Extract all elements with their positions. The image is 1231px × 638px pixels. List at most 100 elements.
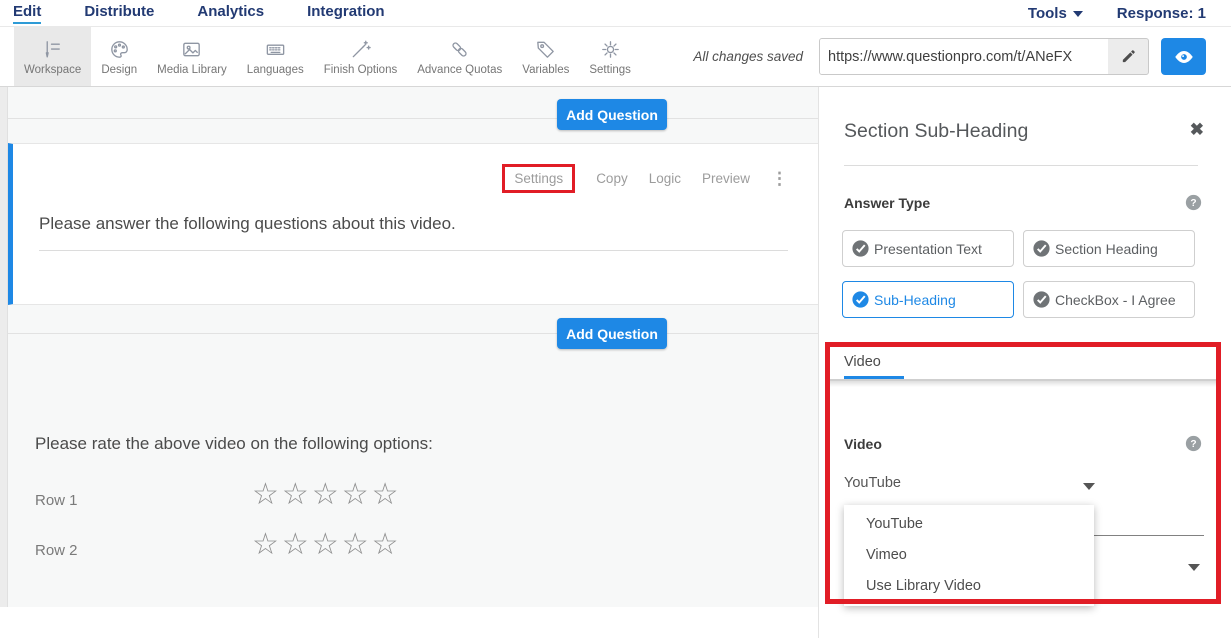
star-icon[interactable]: ☆ — [372, 480, 399, 510]
toolbar-item-settings[interactable]: Settings — [579, 27, 641, 86]
video-source-dropdown: YouTube Vimeo Use Library Video — [844, 505, 1094, 606]
toolbar-item-variables[interactable]: Variables — [512, 27, 579, 86]
question-block-selected[interactable]: Settings Copy Logic Preview ⋮ Please ans… — [8, 143, 818, 305]
survey-url-input[interactable] — [820, 39, 1108, 74]
finish-options-wand-icon — [349, 38, 372, 61]
variables-tag-icon — [534, 38, 557, 61]
toolbar-item-label: Workspace — [24, 64, 81, 76]
eye-icon — [1173, 46, 1195, 68]
star-icon[interactable]: ☆ — [342, 530, 369, 560]
nav-tab-integration[interactable]: Integration — [307, 3, 385, 24]
answer-type-option-label: Sub-Heading — [874, 292, 956, 308]
top-nav: Edit Distribute Analytics Integration To… — [0, 0, 1231, 27]
toolbar-item-label: Media Library — [157, 64, 227, 76]
check-circle-icon — [852, 291, 869, 308]
nav-tab-analytics[interactable]: Analytics — [197, 3, 264, 24]
questionpro-survey-editor: Edit Distribute Analytics Integration To… — [0, 0, 1231, 638]
question-logic-button[interactable]: Logic — [649, 171, 681, 186]
star-icon[interactable]: ☆ — [252, 530, 279, 560]
tab-video[interactable]: Video — [844, 354, 881, 370]
tabbar-shadow — [830, 381, 1218, 387]
nav-tab-distribute[interactable]: Distribute — [84, 3, 154, 24]
toolbar-item-label: Design — [101, 64, 137, 76]
add-question-button-middle[interactable]: Add Question — [557, 318, 667, 349]
question1-text[interactable]: Please answer the following questions ab… — [39, 214, 456, 234]
top-nav-left: Edit Distribute Analytics Integration — [0, 3, 385, 24]
add-question-button-top[interactable]: Add Question — [557, 99, 667, 130]
tools-label: Tools — [1028, 5, 1067, 22]
answer-type-option-label: Section Heading — [1055, 241, 1158, 257]
nav-tab-edit[interactable]: Edit — [13, 3, 41, 24]
star-icon[interactable]: ☆ — [342, 480, 369, 510]
star-icon[interactable]: ☆ — [282, 530, 309, 560]
toolbar-item-design[interactable]: Design — [91, 27, 147, 86]
help-icon[interactable]: ? — [1185, 194, 1202, 211]
media-library-icon — [180, 38, 203, 61]
svg-text:?: ? — [1190, 439, 1196, 450]
toolbar-item-workspace[interactable]: Workspace — [14, 27, 91, 86]
toolbar-item-label: Variables — [522, 64, 569, 76]
question-settings-button[interactable]: Settings — [502, 164, 575, 193]
question1-underline — [39, 250, 788, 251]
survey-canvas: Add Question Settings Copy Logic Preview… — [0, 87, 818, 638]
chevron-down-icon — [1073, 11, 1083, 17]
canvas-left-gutter — [0, 87, 8, 607]
edit-url-button[interactable] — [1108, 39, 1148, 74]
toolbar-item-label: Languages — [247, 64, 304, 76]
check-circle-icon — [1033, 291, 1050, 308]
answer-type-label: Answer Type — [844, 195, 930, 211]
toolbar-item-advance-quotas[interactable]: Advance Quotas — [407, 27, 512, 86]
languages-keyboard-icon — [264, 38, 287, 61]
toolbar-item-languages[interactable]: Languages — [237, 27, 314, 86]
toolbar-item-label: Advance Quotas — [417, 64, 502, 76]
advance-quotas-link-icon — [448, 38, 471, 61]
star-icon[interactable]: ☆ — [252, 480, 279, 510]
help-icon[interactable]: ? — [1185, 435, 1202, 452]
dropdown-option-use-library-video[interactable]: Use Library Video — [844, 571, 1094, 602]
rating-row1-label: Row 1 — [35, 492, 78, 509]
toolbar-spacer — [641, 27, 694, 86]
question-copy-button[interactable]: Copy — [596, 171, 628, 186]
answer-type-checkbox-i-agree[interactable]: CheckBox - I Agree — [1023, 281, 1195, 318]
tools-menu[interactable]: Tools — [1028, 5, 1083, 22]
settings-gear-icon — [599, 38, 622, 61]
star-icon[interactable]: ☆ — [282, 480, 309, 510]
kebab-menu-icon[interactable]: ⋮ — [771, 169, 788, 189]
star-icon[interactable]: ☆ — [312, 530, 339, 560]
section-divider — [8, 333, 818, 334]
answer-type-option-label: Presentation Text — [874, 241, 982, 257]
answer-type-options: Presentation Text Section Heading Sub-He… — [842, 230, 1195, 318]
star-icon[interactable]: ☆ — [372, 530, 399, 560]
chevron-down-icon[interactable] — [1083, 483, 1095, 490]
check-circle-icon — [1033, 240, 1050, 257]
answer-type-presentation-text[interactable]: Presentation Text — [842, 230, 1014, 267]
response-count[interactable]: Response: 1 — [1117, 5, 1206, 22]
question-preview-button[interactable]: Preview — [702, 171, 750, 186]
question-settings-panel: Section Sub-Heading ✖ Answer Type ? Pres… — [818, 87, 1231, 638]
svg-text:?: ? — [1190, 198, 1196, 209]
question2-text[interactable]: Please rate the above video on the follo… — [35, 434, 433, 454]
star-icon[interactable]: ☆ — [312, 480, 339, 510]
answer-type-section-heading[interactable]: Section Heading — [1023, 230, 1195, 267]
check-circle-icon — [852, 240, 869, 257]
toolbar-item-media-library[interactable]: Media Library — [147, 27, 237, 86]
chevron-down-icon[interactable] — [1188, 564, 1200, 571]
answer-type-sub-heading[interactable]: Sub-Heading — [842, 281, 1014, 318]
panel-title: Section Sub-Heading — [844, 120, 1028, 143]
toolbar-item-label: Settings — [589, 64, 631, 76]
survey-url-group — [819, 38, 1149, 75]
toolbar-item-label: Finish Options — [324, 64, 398, 76]
rating-row1-stars: ☆ ☆ ☆ ☆ ☆ — [252, 480, 399, 510]
pencil-icon — [1120, 48, 1137, 65]
close-icon[interactable]: ✖ — [1190, 120, 1204, 140]
answer-type-option-label: CheckBox - I Agree — [1055, 292, 1176, 308]
rating-row2-stars: ☆ ☆ ☆ ☆ ☆ — [252, 530, 399, 560]
question-action-menu: Settings Copy Logic Preview ⋮ — [502, 168, 788, 189]
top-nav-right: Tools Response: 1 — [1028, 5, 1231, 22]
preview-survey-button[interactable] — [1161, 38, 1206, 75]
dropdown-option-vimeo[interactable]: Vimeo — [844, 540, 1094, 571]
dropdown-option-youtube[interactable]: YouTube — [844, 509, 1094, 540]
toolbar-item-finish-options[interactable]: Finish Options — [314, 27, 408, 86]
video-source-label: Video — [844, 436, 882, 452]
video-source-select[interactable]: YouTube — [844, 475, 901, 491]
